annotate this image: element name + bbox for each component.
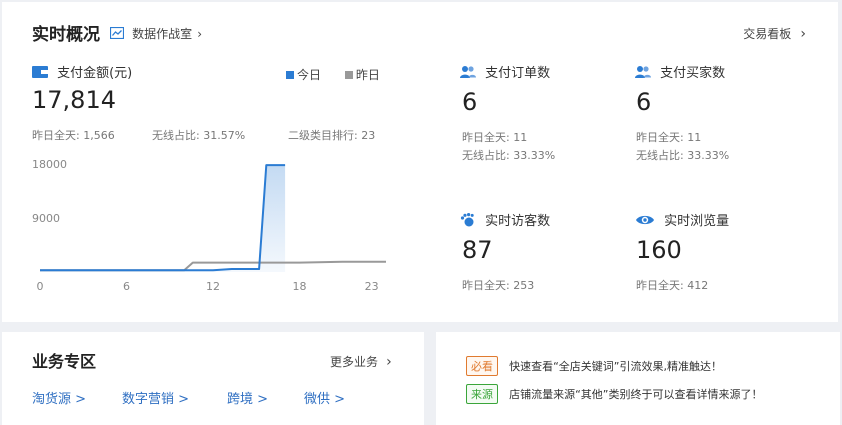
series-yesterday-line [40, 260, 386, 272]
series-today-line [40, 164, 286, 272]
chart-trend-icon [109, 26, 125, 40]
payment-amount-value: 17,814 [32, 86, 116, 114]
y-tick-label: 18000 [32, 158, 67, 171]
business-link-weigong[interactable]: 微供 > [304, 388, 345, 407]
legend-yesterday-swatch [344, 71, 353, 79]
orders-yesterday-total: 昨日全天: 11 [462, 131, 528, 144]
visitors-label: 实时访客数 [485, 214, 551, 229]
payment-yesterday-total: 昨日全天: 1,566 [32, 129, 115, 142]
buyers-label: 支付买家数 [660, 66, 726, 81]
users-icon [460, 66, 476, 78]
visitors-header: 实时访客数 [460, 210, 550, 229]
legend-yesterday-label: 昨日 [355, 68, 380, 82]
buyers-value: 6 [636, 88, 652, 116]
x-tick-label: 6 [123, 280, 130, 293]
chevron-right-icon: › [197, 27, 203, 41]
war-room-label: 数据作战室 [132, 27, 193, 41]
notice-panel: 必看 快速查看“全店关键词”引流效果,精准触达！ 来源 店铺流量来源“其他”类别… [436, 332, 840, 425]
buyers-header: 支付买家数 [635, 62, 725, 81]
chevron-right-icon: › [800, 26, 806, 42]
payment-trend-chart: 18000 9000 0 6 12 18 23 [32, 158, 386, 293]
payment-wireless-ratio: 无线占比: 31.57% [152, 129, 246, 142]
war-room-link[interactable]: 数据作战室 › [109, 23, 203, 42]
notice-item[interactable]: 来源 店铺流量来源“其他”类别终于可以查看详情来源了！ [466, 383, 763, 404]
chevron-right-icon: › [386, 354, 392, 370]
notice-item[interactable]: 必看 快速查看“全店关键词”引流效果,精准触达！ [466, 355, 722, 376]
payment-amount-header: 支付金额(元) [32, 62, 132, 81]
x-tick-label: 23 [365, 280, 379, 293]
legend-today[interactable]: 今日 [286, 68, 325, 82]
business-link-digital-marketing[interactable]: 数字营销 > [122, 388, 189, 407]
notice-tag: 来源 [466, 384, 498, 404]
business-zone-panel: 业务专区 更多业务 › 淘货源 > 数字营销 > 跨境 > 微供 > [2, 332, 424, 425]
pageviews-label: 实时浏览量 [664, 214, 730, 229]
visitors-yesterday-total: 昨日全天: 253 [462, 279, 535, 292]
legend-today-label: 今日 [297, 68, 322, 82]
eye-icon [636, 215, 654, 225]
business-link-cross-border[interactable]: 跨境 > [227, 388, 268, 407]
users-icon [635, 66, 651, 78]
more-business-label: 更多业务 [330, 355, 379, 369]
pageviews-header: 实时浏览量 [635, 210, 729, 229]
trade-board-link[interactable]: 交易看板 › [743, 23, 806, 42]
pageviews-value: 160 [636, 236, 682, 264]
orders-header: 支付订单数 [460, 62, 550, 81]
payment-category-rank: 二级类目排行: 23 [288, 129, 376, 142]
realtime-overview-panel: 实时概况 数据作战室 › 交易看板 › 支付金额(元) 今日 昨日 17,814… [2, 2, 838, 322]
pageviews-yesterday-total: 昨日全天: 412 [636, 279, 709, 292]
x-tick-label: 0 [37, 280, 44, 293]
series-today-area [40, 165, 286, 272]
orders-wireless-ratio: 无线占比: 33.33% [462, 149, 556, 162]
trade-board-label: 交易看板 [743, 27, 792, 41]
visitors-value: 87 [462, 236, 493, 264]
legend-yesterday[interactable]: 昨日 [344, 68, 380, 82]
notice-text: 快速查看“全店关键词”引流效果,精准触达！ [509, 360, 722, 373]
business-link-taohuoyuan[interactable]: 淘货源 > [32, 388, 86, 407]
notice-tag: 必看 [466, 356, 498, 376]
notice-text: 店铺流量来源“其他”类别终于可以查看详情来源了！ [509, 388, 763, 401]
x-tick-label: 12 [206, 280, 220, 293]
x-tick-label: 18 [293, 280, 307, 293]
more-business-link[interactable]: 更多业务 › [330, 351, 392, 370]
payment-amount-label: 支付金额(元) [57, 66, 133, 81]
orders-label: 支付订单数 [485, 66, 551, 81]
buyers-yesterday-total: 昨日全天: 11 [636, 131, 702, 144]
chart-legend: 今日 昨日 [286, 64, 380, 83]
wallet-icon [32, 66, 48, 78]
orders-value: 6 [462, 88, 478, 116]
buyers-wireless-ratio: 无线占比: 33.33% [636, 149, 730, 162]
overview-title: 实时概况 [32, 25, 100, 45]
legend-today-swatch [286, 71, 294, 79]
y-tick-label: 9000 [32, 212, 60, 225]
business-title: 业务专区 [32, 352, 97, 371]
footprint-icon [460, 213, 474, 227]
